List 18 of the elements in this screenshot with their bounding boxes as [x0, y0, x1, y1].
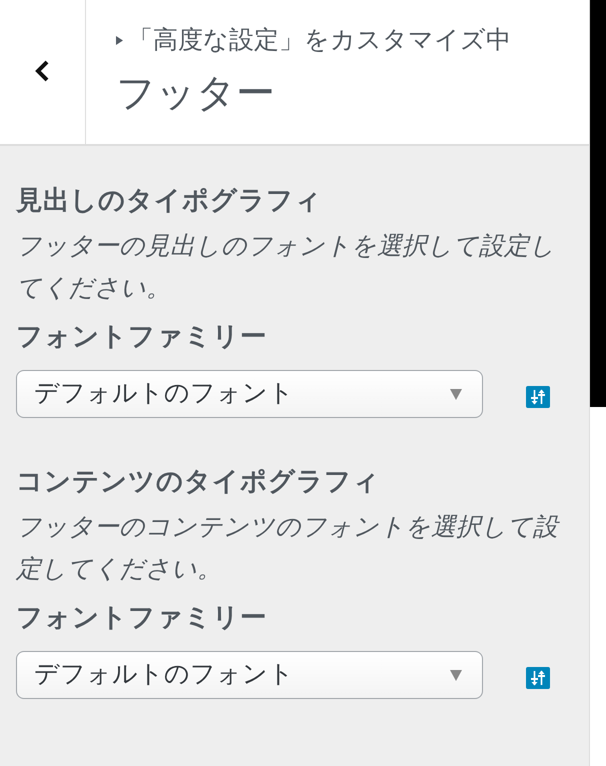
- caret-down-icon: [450, 670, 462, 680]
- control-label: フォントファミリー: [16, 601, 267, 634]
- section-description: フッターのコンテンツのフォントを選択して設定してください。: [16, 512, 561, 585]
- sliders-icon: [526, 386, 550, 408]
- section-heading: 見出しのタイポグラフィ: [16, 184, 322, 217]
- control-label: フォントファミリー: [16, 320, 267, 353]
- section-description: フッターの見出しのフォントを選択して設定してください。: [16, 231, 556, 304]
- caret-right-icon: [116, 36, 123, 45]
- font-settings-button[interactable]: [526, 666, 550, 688]
- chevron-left-icon: [34, 60, 50, 82]
- panel-title: フッター: [116, 71, 275, 117]
- section-heading: コンテンツのタイポグラフィ: [16, 465, 380, 498]
- breadcrumb-text: 「高度な設定」をカスタマイズ中: [128, 25, 511, 56]
- sliders-icon: [526, 666, 550, 688]
- font-family-select[interactable]: デフォルトのフォント: [16, 370, 483, 418]
- caret-down-icon: [450, 388, 462, 400]
- font-family-select[interactable]: デフォルトのフォント: [16, 651, 483, 699]
- font-settings-button[interactable]: [526, 386, 550, 408]
